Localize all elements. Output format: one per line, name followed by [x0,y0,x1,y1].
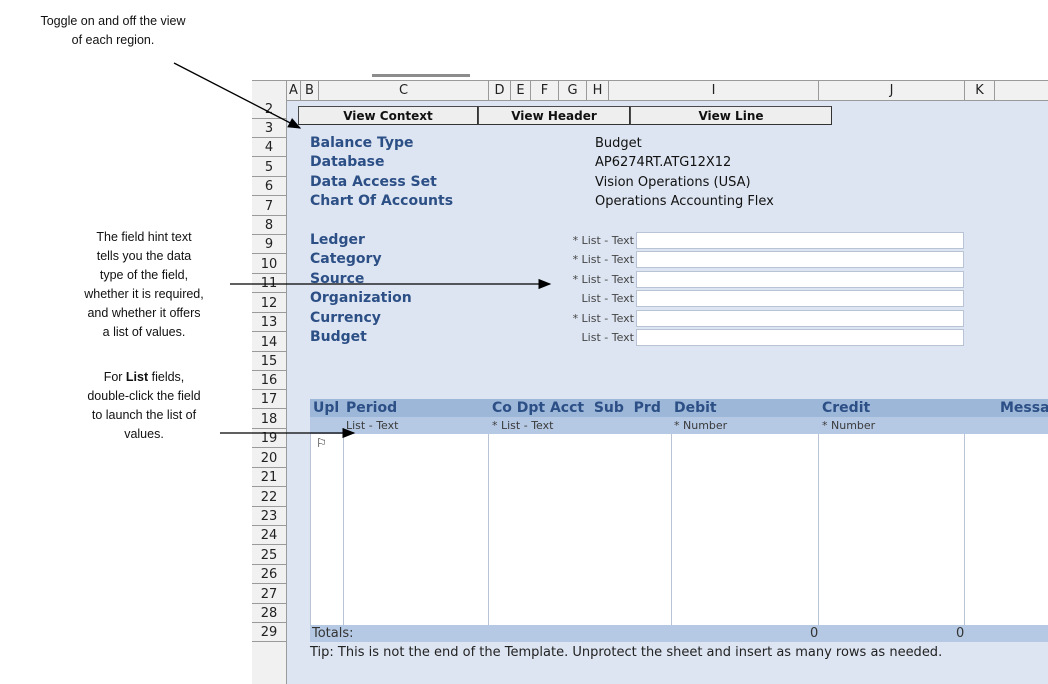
callout-arrows [173,62,552,439]
arrow-to-toggle-buttons [173,62,302,129]
